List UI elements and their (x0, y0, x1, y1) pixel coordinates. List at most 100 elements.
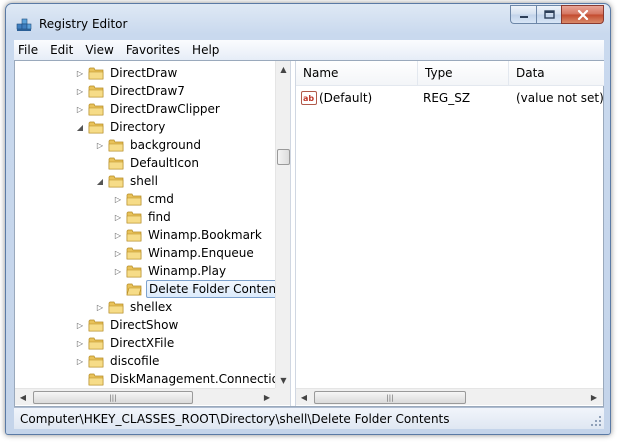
window-title: Registry Editor (39, 17, 128, 31)
tree-node-label: Delete Folder Contents (146, 280, 275, 298)
expand-arrow-icon[interactable]: ▷ (95, 298, 105, 316)
tree-node[interactable]: ▷ DirectDraw7 (75, 82, 187, 100)
tree-vertical-scrollbar[interactable]: ▲ ▼ (275, 61, 290, 388)
tree-node-label: Winamp.Enqueue (148, 246, 254, 260)
folder-icon (126, 247, 142, 260)
tree-node[interactable]: ◢ shell (95, 172, 160, 190)
scroll-up-arrow-icon[interactable]: ▲ (276, 61, 290, 77)
maximize-button[interactable] (536, 5, 561, 24)
folder-icon (88, 355, 104, 368)
expand-arrow-icon[interactable]: ▷ (75, 64, 85, 82)
folder-icon (88, 67, 104, 80)
folder-icon (88, 103, 104, 116)
folder-icon (108, 301, 124, 314)
expand-arrow-icon[interactable]: ▷ (113, 208, 123, 226)
tree-node[interactable]: ▷ DirectXFile (75, 334, 176, 352)
svg-text:ab: ab (303, 94, 314, 103)
value-row[interactable]: ab (Default) REG_SZ (value not set) (296, 89, 604, 107)
minimize-icon (519, 15, 528, 18)
menu-favorites[interactable]: Favorites (120, 40, 186, 60)
values-horizontal-scrollbar[interactable]: ◀ ||| ▶ (296, 388, 603, 405)
status-path: Computer\HKEY_CLASSES_ROOT\Directory\she… (20, 412, 450, 426)
tree-node-selected[interactable]: Delete Folder Contents (113, 280, 275, 298)
expand-arrow-icon[interactable]: ▷ (75, 352, 85, 370)
maximize-icon (543, 10, 555, 19)
folder-icon (88, 337, 104, 350)
menu-file[interactable]: File (14, 40, 44, 60)
expand-arrow-icon[interactable]: ▷ (75, 316, 85, 334)
expand-arrow-icon[interactable]: ▷ (113, 190, 123, 208)
tree-node[interactable]: ◢ Directory (75, 118, 167, 136)
menu-help[interactable]: Help (186, 40, 225, 60)
folder-icon (126, 211, 142, 224)
tree-node[interactable]: ▷ DirectShow (75, 316, 180, 334)
folder-icon (88, 319, 104, 332)
values-horizontal-scroll-thumb[interactable]: ||| (314, 391, 466, 404)
caption-buttons (510, 5, 604, 25)
collapse-arrow-icon[interactable]: ◢ (75, 118, 85, 136)
column-header-type[interactable]: Type (418, 61, 509, 86)
close-icon (577, 9, 588, 20)
scroll-right-arrow-icon[interactable]: ▶ (586, 389, 602, 405)
title-bar[interactable]: Registry Editor (6, 4, 610, 40)
resize-grip-icon[interactable] (590, 415, 602, 427)
key-tree-pane: ▷ DirectDraw ▷ DirectDraw7 ▷ DirectDrawClippe… (15, 61, 291, 406)
tree-node-label: Winamp.Play (148, 264, 227, 278)
folder-icon (108, 175, 124, 188)
tree-node-label: shellex (130, 300, 173, 314)
tree-node[interactable]: ▷ discofile (75, 352, 161, 370)
client-area: ▷ DirectDraw ▷ DirectDraw7 ▷ DirectDrawClippe… (14, 60, 604, 407)
menu-view[interactable]: View (79, 40, 119, 60)
value-type: REG_SZ (423, 91, 471, 105)
menu-edit[interactable]: Edit (44, 40, 79, 60)
tree-horizontal-scrollbar[interactable]: ◀ ||| ▶ (15, 388, 275, 405)
tree-vertical-scroll-thumb[interactable] (277, 149, 290, 165)
tree-node-label: shell (130, 174, 158, 188)
tree-node[interactable]: ▷ shellex (95, 298, 174, 316)
column-header-name[interactable]: Name (296, 61, 418, 86)
expand-arrow-icon[interactable]: ▷ (113, 262, 123, 280)
tree-node[interactable]: DefaultIcon (95, 154, 201, 172)
tree-node-label: DirectXFile (110, 336, 175, 350)
scroll-left-arrow-icon[interactable]: ◀ (15, 389, 31, 405)
tree-node-label: DirectDrawClipper (110, 102, 220, 116)
collapse-arrow-icon[interactable]: ◢ (95, 172, 105, 190)
tree-node-label: DiskManagement.Connection (110, 372, 275, 386)
tree-node[interactable]: ▷ cmd (113, 190, 176, 208)
folder-icon (108, 139, 124, 152)
tree-node[interactable]: ▷ DirectDraw (75, 64, 179, 82)
tree-node[interactable]: ▷ Winamp.Enqueue (113, 244, 256, 262)
close-button[interactable] (561, 5, 604, 24)
scroll-down-arrow-icon[interactable]: ▼ (276, 372, 290, 388)
tree-node-label: cmd (148, 192, 174, 206)
minimize-button[interactable] (510, 5, 536, 24)
tree-node-label: Directory (110, 120, 166, 134)
tree-node-label: DirectShow (110, 318, 179, 332)
tree-line-spacer (75, 370, 85, 388)
tree-node[interactable]: ▷ Winamp.Play (113, 262, 228, 280)
expand-arrow-icon[interactable]: ▷ (113, 244, 123, 262)
tree-node[interactable]: ▷ find (113, 208, 173, 226)
tree-node-label: find (148, 210, 171, 224)
expand-arrow-icon[interactable]: ▷ (75, 334, 85, 352)
folder-icon (108, 157, 124, 170)
scroll-right-arrow-icon[interactable]: ▶ (259, 389, 275, 405)
tree-node[interactable]: ▷ DirectDrawClipper (75, 100, 222, 118)
folder-icon (126, 193, 142, 206)
tree-line-spacer (95, 154, 105, 172)
tree-node[interactable]: DiskManagement.Connection (75, 370, 275, 388)
expand-arrow-icon[interactable]: ▷ (75, 82, 85, 100)
column-header-data[interactable]: Data (509, 61, 604, 86)
scroll-left-arrow-icon[interactable]: ◀ (296, 389, 312, 405)
expand-arrow-icon[interactable]: ▷ (75, 100, 85, 118)
expand-arrow-icon[interactable]: ▷ (95, 136, 105, 154)
tree-node[interactable]: ▷ background (95, 136, 203, 154)
tree-node[interactable]: ▷ Winamp.Bookmark (113, 226, 264, 244)
tree-node-label: DefaultIcon (130, 156, 199, 170)
tree-horizontal-scroll-thumb[interactable]: ||| (33, 391, 193, 404)
tree-node-label: DirectDraw7 (110, 84, 185, 98)
scrollbar-corner (275, 388, 290, 405)
tree-line-spacer (113, 280, 123, 298)
expand-arrow-icon[interactable]: ▷ (113, 226, 123, 244)
folder-icon (88, 85, 104, 98)
